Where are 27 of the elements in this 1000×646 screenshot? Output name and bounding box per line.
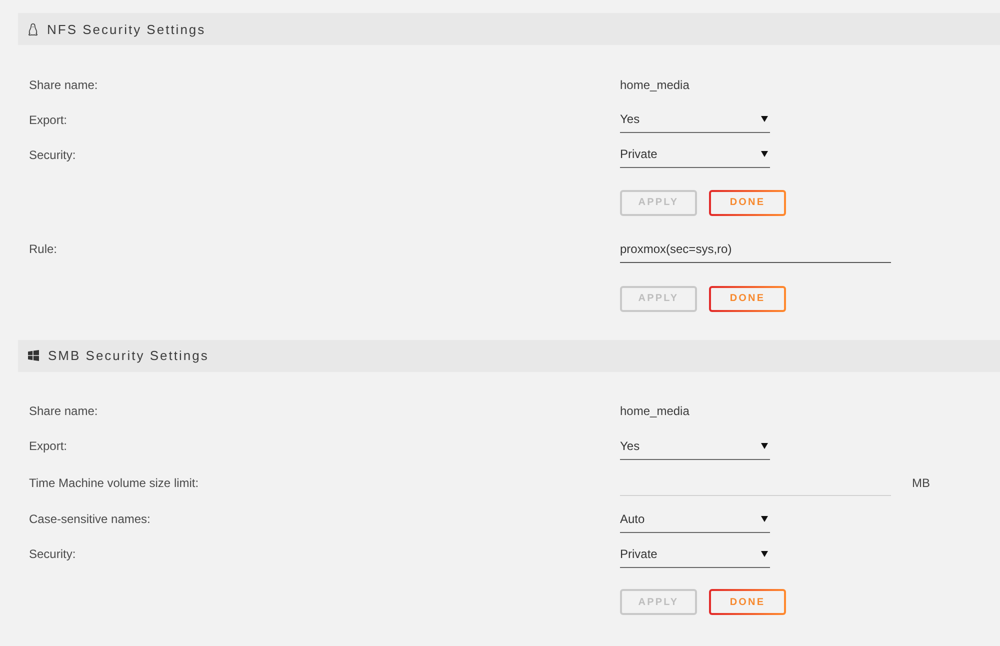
caret-icon (761, 550, 768, 556)
input-field[interactable]: proxmox(sec=sys,ro) (620, 236, 891, 262)
dropdown-select[interactable]: Private (620, 141, 770, 168)
caret-icon (761, 442, 768, 448)
dropdown-select[interactable]: Yes (620, 432, 770, 460)
field-label: Export: (29, 112, 68, 126)
section-title: SMB Security Settings (48, 348, 209, 363)
field-label: Share name: (29, 78, 98, 92)
caret-icon (761, 116, 768, 122)
section-title: NFS Security Settings (47, 22, 206, 36)
unit-label: MB (912, 476, 930, 490)
caret-icon (761, 151, 768, 157)
penguin-icon (28, 22, 38, 36)
dropdown-select[interactable]: Private (620, 540, 770, 568)
caret-icon (761, 516, 768, 522)
dropdown-select[interactable]: Yes (620, 106, 770, 133)
four-panes-icon (28, 350, 39, 361)
field-label: Rule: (29, 242, 58, 256)
field-label: Security: (29, 547, 76, 561)
dropdown-select[interactable]: Auto (620, 506, 770, 532)
field-value: home_media (620, 78, 690, 92)
field-label: Export: (29, 439, 68, 453)
field-label: Time Machine volume size limit: (29, 476, 199, 490)
field-label: Case-sensitive names: (29, 512, 150, 526)
field-label: Security: (29, 148, 76, 162)
field-value: home_media (620, 404, 690, 418)
field-label: Share name: (29, 404, 98, 418)
